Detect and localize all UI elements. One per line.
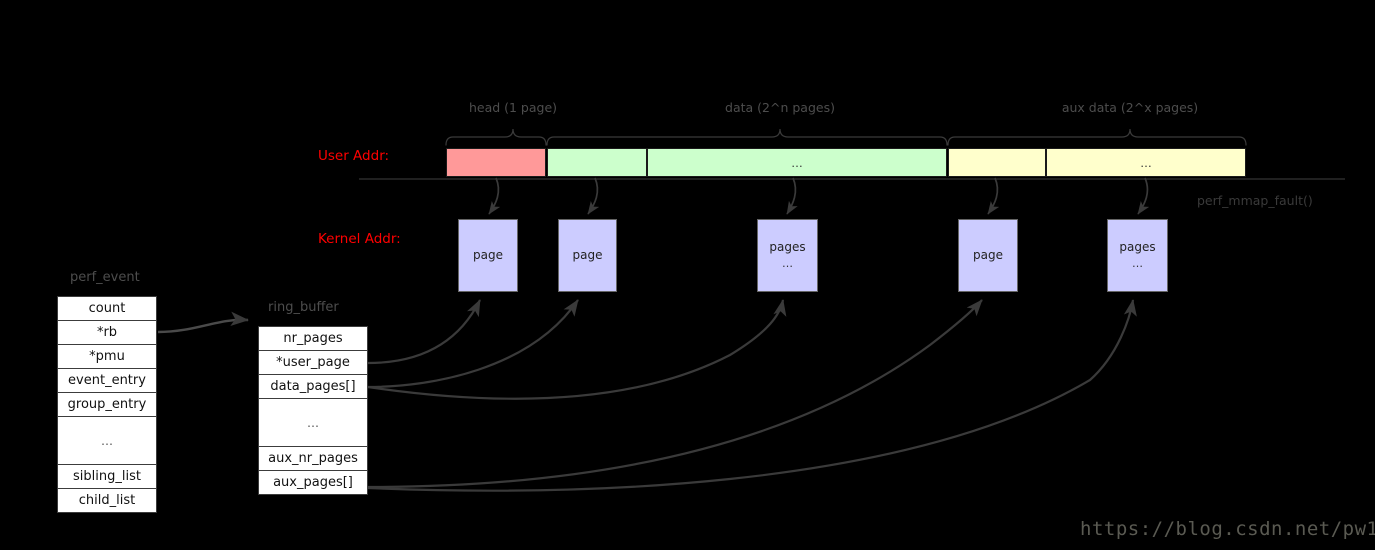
watermark: https://blog.csdn.net/pw1999 (1080, 518, 1375, 540)
page-box-sub: … (782, 257, 793, 271)
rb-pointer-arrow (157, 311, 249, 334)
kernel-pages-aux-rest[interactable]: pages … (1107, 219, 1168, 292)
aux-pages-arrow-2 (367, 299, 1137, 492)
ring-buffer-field-nr-pages[interactable]: nr_pages (258, 326, 368, 351)
ring-buffer-field-user-page[interactable]: *user_page (258, 350, 368, 375)
perf-event-struct: count *rb *pmu event_entry group_entry …… (57, 296, 157, 513)
perf-mmap-fault-label: perf_mmap_fault() (1197, 193, 1313, 208)
perf-event-field-sibling-list[interactable]: sibling_list (57, 464, 157, 489)
kernel-page-data-first[interactable]: page (558, 219, 617, 292)
region-label-data: data (2^n pages) (725, 100, 835, 115)
bar-segment-aux-pages-rest[interactable]: … (1046, 148, 1246, 177)
perf-event-field-ellipsis: … (57, 416, 157, 465)
kernel-addr-label: Kernel Addr: (318, 231, 401, 247)
data-pages-arrow-1 (367, 299, 579, 389)
ring-buffer-field-aux-pages[interactable]: aux_pages[] (258, 470, 368, 495)
kernel-page-aux-first[interactable]: page (958, 219, 1018, 292)
perf-event-field-child-list[interactable]: child_list (57, 488, 157, 513)
ring-buffer-field-ellipsis: … (258, 398, 368, 447)
user-page-arrow (367, 299, 481, 365)
perf-event-field-count[interactable]: count (57, 296, 157, 321)
page-box-title: page (473, 247, 503, 262)
mmap-fault-arrows (488, 177, 1150, 215)
connector-layer (157, 128, 1345, 492)
ring-buffer-struct: nr_pages *user_page data_pages[] … aux_n… (258, 326, 368, 495)
region-label-aux-data: aux data (2^x pages) (1061, 100, 1199, 115)
bar-segment-head-page[interactable] (446, 148, 546, 177)
page-box-title: page (572, 247, 603, 262)
ring-buffer-title: ring_buffer (268, 300, 339, 315)
page-pointer-arrows (367, 299, 1137, 492)
bar-segment-data-pages-rest[interactable]: … (647, 148, 947, 177)
aux-pages-arrow-1 (367, 299, 983, 489)
region-label-head: head (1 page) (468, 100, 558, 115)
ring-buffer-field-aux-nr-pages[interactable]: aux_nr_pages (258, 446, 368, 471)
ring-buffer-field-data-pages[interactable]: data_pages[] (258, 374, 368, 399)
page-box-sub: … (1132, 257, 1143, 271)
kernel-page-head[interactable]: page (458, 219, 518, 292)
perf-event-field-event-entry[interactable]: event_entry (57, 368, 157, 393)
page-box-title: page (973, 247, 1003, 262)
perf-event-field-rb[interactable]: *rb (57, 320, 157, 345)
user-addr-label: User Addr: (318, 148, 390, 164)
perf-event-field-group-entry[interactable]: group_entry (57, 392, 157, 417)
bar-segment-data-page-first[interactable] (547, 148, 647, 177)
data-pages-arrow-2 (367, 299, 787, 400)
bar-segment-aux-page-first[interactable] (948, 148, 1046, 177)
region-braces (445, 128, 1247, 146)
kernel-pages-data-rest[interactable]: pages … (757, 219, 818, 292)
diagram-canvas: head (1 page) data (2^n pages) aux data … (0, 0, 1375, 550)
perf-event-field-pmu[interactable]: *pmu (57, 344, 157, 369)
page-box-title: pages (769, 239, 806, 254)
perf-event-title: perf_event (70, 270, 140, 285)
page-box-title: pages (1119, 239, 1156, 254)
